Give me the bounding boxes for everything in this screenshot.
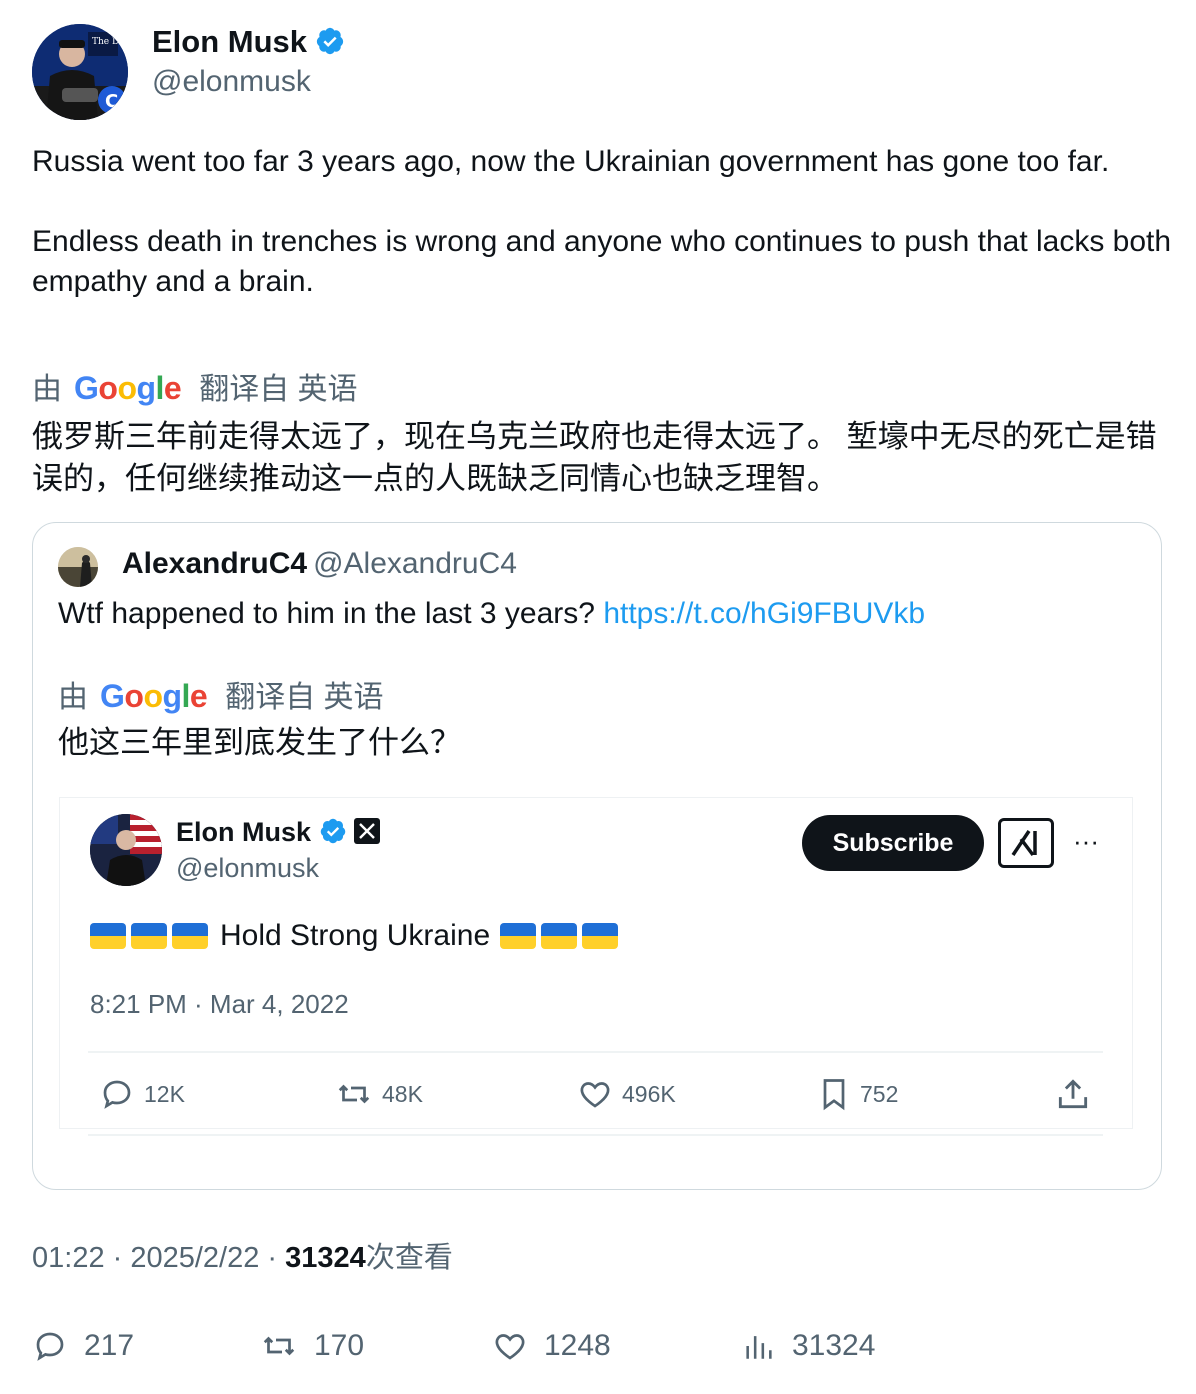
subscribe-button: Subscribe: [802, 815, 984, 871]
analytics-icon: [746, 1336, 772, 1359]
translated-text: 俄罗斯三年前走得太远了，现在乌克兰政府也走得太远了。 堑壕中无尽的死亡是错误的，…: [32, 419, 1157, 496]
quote-link[interactable]: https://t.co/hGi9FBUVkb: [603, 597, 925, 630]
quote-translation-suffix: 翻译自 英语: [225, 681, 384, 714]
ukraine-flag-icon: [500, 923, 537, 949]
quote-text-body: Wtf happened to him in the last 3 years?: [58, 597, 595, 630]
embedded-text-body: Hold Strong Ukraine: [220, 919, 491, 952]
ukraine-flag-icon: [172, 923, 208, 949]
svg-text:C: C: [105, 91, 118, 112]
heart-icon: [495, 1334, 525, 1360]
views-count: 31324: [792, 1329, 876, 1362]
embedded-repost-stat: 48K: [334, 1074, 423, 1114]
quote-text: Wtf happened to him in the last 3 years?…: [58, 594, 925, 634]
embedded-tweet-text: Hold Strong Ukraine: [90, 916, 623, 956]
x-logo-icon: [354, 817, 381, 853]
embedded-divider: [88, 1051, 1103, 1053]
quote-author-handle[interactable]: @AlexandruC4: [313, 547, 517, 580]
quote-google-logo-icon: Google: [100, 678, 208, 714]
embedded-verified-icon: [319, 817, 347, 854]
heart-icon: [580, 1082, 610, 1108]
verified-badge-icon: [315, 26, 345, 66]
more-options-icon: ···: [1073, 826, 1099, 856]
avatar-badge-text: The Dogefa: [92, 37, 128, 47]
repost-count: 170: [314, 1329, 365, 1362]
quote-author-name[interactable]: AlexandruC4: [122, 547, 307, 580]
tweet-text: Russia went too far 3 years ago, now the…: [32, 142, 1172, 302]
embedded-share-stat: [1054, 1074, 1100, 1114]
embedded-like-stat: 496K: [576, 1074, 676, 1114]
meta-separator: ·: [104, 1242, 131, 1274]
embedded-author: Elon Musk: [176, 814, 381, 854]
embedded-repost-count: 48K: [382, 1080, 423, 1107]
embedded-like-count: 496K: [622, 1080, 676, 1107]
repost-icon: [263, 1336, 295, 1356]
quote-author[interactable]: AlexandruC4 @AlexandruC4: [122, 544, 517, 584]
like-count: 1248: [544, 1329, 611, 1362]
author-handle[interactable]: @elonmusk: [152, 62, 311, 102]
author-name[interactable]: Elon Musk: [152, 22, 345, 66]
quote-translated-text: 他这三年里到底发生了什么？: [58, 725, 461, 760]
ukraine-flag-icon: [541, 923, 578, 949]
author-avatar[interactable]: The Dogefa C: [32, 24, 128, 120]
translation-prefix: 由: [32, 373, 62, 406]
embedded-reply-stat: 12K: [98, 1074, 185, 1114]
reply-count: 217: [84, 1329, 135, 1362]
google-logo-icon: Google: [74, 370, 182, 406]
quote-avatar[interactable]: [58, 547, 98, 587]
tweet-time[interactable]: 01:22: [32, 1242, 105, 1274]
view-count: 31324: [285, 1242, 366, 1274]
tweet-meta: 01:22 · 2025/2/22 · 31324次查看: [32, 1238, 453, 1278]
embedded-timestamp: 8:21 PM · Mar 4, 2022: [90, 989, 349, 1019]
quote-translation-attribution[interactable]: 由 Google 翻译自 英语: [58, 676, 384, 718]
embedded-bookmark-count: 752: [860, 1080, 899, 1107]
tweet-paragraph-2: Endless death in trenches is wrong and a…: [32, 225, 1172, 298]
tweet-paragraph-1: Russia went too far 3 years ago, now the…: [32, 145, 1110, 178]
ukraine-flag-icon: [131, 923, 167, 949]
repost-button[interactable]: 170: [260, 1326, 364, 1366]
embedded-bottom-divider: [88, 1134, 1103, 1136]
meta-separator-2: ·: [259, 1242, 286, 1274]
reply-icon: [36, 1332, 64, 1361]
embedded-bookmark-stat: 752: [816, 1074, 898, 1114]
tweet-date[interactable]: 2025/2/22: [130, 1242, 259, 1274]
ukraine-flag-icon: [582, 923, 619, 949]
author-name-text[interactable]: Elon Musk: [152, 24, 307, 59]
embedded-author-name: Elon Musk: [176, 817, 312, 847]
ukraine-flag-icon: [90, 923, 126, 949]
quote-translation-prefix: 由: [58, 681, 88, 714]
translation-suffix: 翻译自 英语: [199, 373, 358, 406]
embedded-handle: @elonmusk: [176, 853, 319, 883]
translation-attribution[interactable]: 由 Google 翻译自 英语: [32, 368, 358, 410]
views-button[interactable]: 31324: [742, 1326, 875, 1366]
embedded-reply-count: 12K: [144, 1080, 185, 1107]
repost-icon: [338, 1084, 370, 1104]
view-suffix: 次查看: [365, 1242, 453, 1274]
embedded-avatar: [90, 814, 162, 886]
share-icon: [1058, 1079, 1088, 1109]
like-button[interactable]: 1248: [492, 1326, 611, 1366]
grok-icon: [998, 818, 1054, 868]
reply-button[interactable]: 217: [32, 1326, 134, 1366]
bookmark-icon: [823, 1079, 845, 1111]
reply-icon: [103, 1080, 131, 1109]
